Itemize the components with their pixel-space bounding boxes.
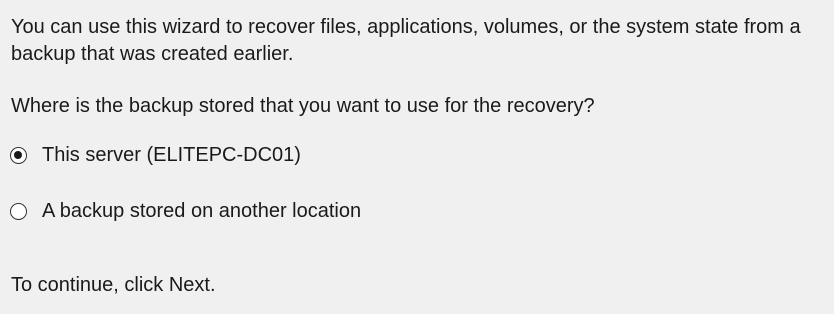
recovery-wizard-panel: You can use this wizard to recover files…: [0, 0, 834, 314]
option-this-server[interactable]: This server (ELITEPC-DC01): [10, 141, 301, 169]
another-location-label[interactable]: A backup stored on another location: [42, 198, 361, 225]
continue-instruction: To continue, click Next.: [11, 274, 216, 296]
backup-location-question: Where is the backup stored that you want…: [11, 95, 595, 117]
this-server-label[interactable]: This server (ELITEPC-DC01): [42, 142, 301, 169]
intro-text: You can use this wizard to recover files…: [11, 16, 801, 65]
option-another-location[interactable]: A backup stored on another location: [10, 197, 361, 225]
this-server-radio[interactable]: [10, 146, 27, 164]
another-location-radio[interactable]: [10, 202, 27, 220]
